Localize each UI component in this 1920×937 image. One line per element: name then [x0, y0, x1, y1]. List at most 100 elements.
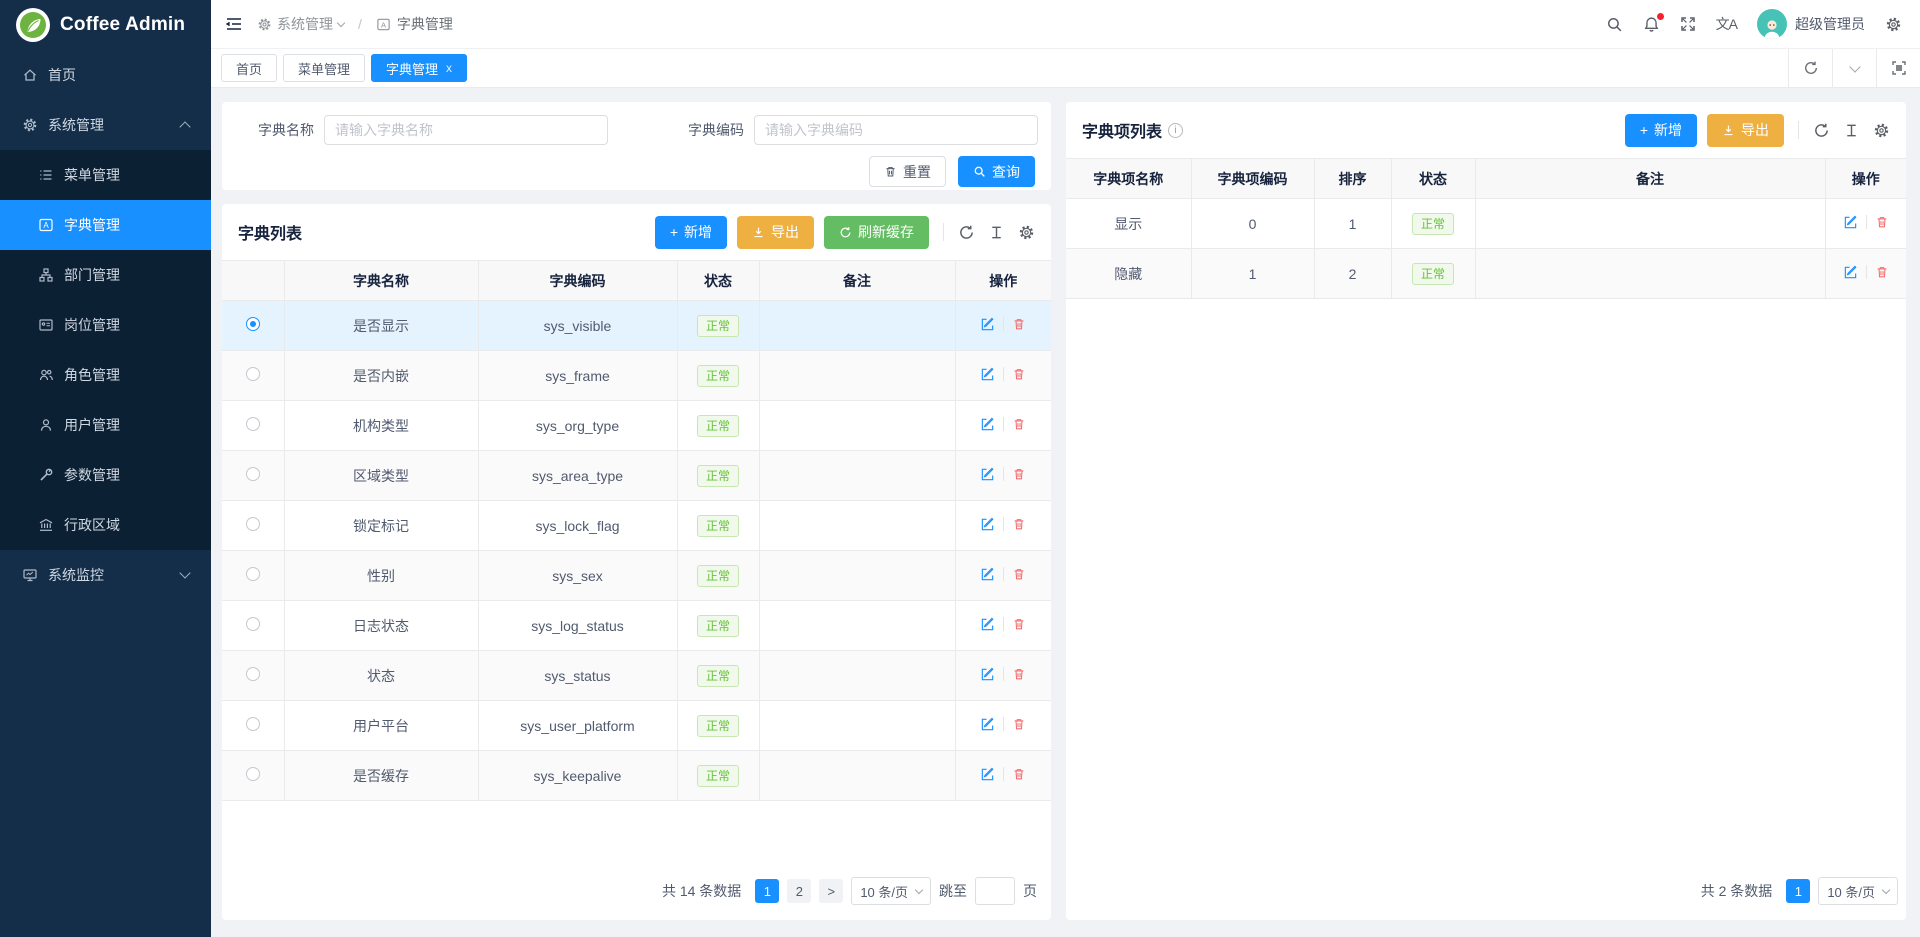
- jump-page-input[interactable]: [975, 877, 1015, 905]
- table-settings-gear-icon[interactable]: [1018, 224, 1035, 241]
- radio[interactable]: [246, 667, 260, 681]
- delete-icon[interactable]: [1875, 265, 1889, 279]
- refresh-cache-button[interactable]: 刷新缓存: [824, 216, 929, 249]
- fullscreen-icon[interactable]: [1680, 16, 1696, 32]
- sidebar-collapse-icon[interactable]: [225, 16, 243, 32]
- sidebar-item-dept-mgmt[interactable]: 部门管理: [0, 250, 211, 300]
- tab-menu-mgmt[interactable]: 菜单管理: [283, 54, 365, 82]
- delete-icon[interactable]: [1012, 617, 1026, 631]
- export-item-button[interactable]: 导出: [1707, 114, 1784, 147]
- sidebar-item-param-mgmt[interactable]: 参数管理: [0, 450, 211, 500]
- table-row[interactable]: 显示 0 1 正常: [1066, 199, 1906, 249]
- edit-icon[interactable]: [980, 517, 995, 532]
- delete-icon[interactable]: [1012, 367, 1026, 381]
- translate-icon[interactable]: 文A: [1716, 14, 1737, 34]
- table-row[interactable]: 用户平台 sys_user_platform 正常: [222, 701, 1051, 751]
- edit-icon[interactable]: [980, 467, 995, 482]
- edit-icon[interactable]: [980, 617, 995, 632]
- sidebar-submenu-system: 菜单管理 A 字典管理 部门管理 岗位管理 角色管理: [0, 150, 211, 550]
- edit-icon[interactable]: [980, 767, 995, 782]
- sidebar-item-label: 部门管理: [64, 265, 120, 285]
- user-menu[interactable]: 超级管理员: [1757, 9, 1865, 39]
- tab-close-icon[interactable]: x: [446, 62, 452, 74]
- query-button[interactable]: 查询: [958, 156, 1035, 187]
- reset-button[interactable]: 重置: [869, 156, 946, 187]
- radio[interactable]: [246, 517, 260, 531]
- tab-home[interactable]: 首页: [221, 54, 277, 82]
- delete-icon[interactable]: [1012, 317, 1026, 331]
- add-item-button[interactable]: +新增: [1625, 114, 1697, 147]
- edit-icon[interactable]: [980, 717, 995, 732]
- page-1-button[interactable]: 1: [755, 879, 779, 903]
- table-row[interactable]: 区域类型 sys_area_type 正常: [222, 451, 1051, 501]
- sidebar-item-post-mgmt[interactable]: 岗位管理: [0, 300, 211, 350]
- edit-icon[interactable]: [1843, 215, 1858, 230]
- delete-icon[interactable]: [1012, 667, 1026, 681]
- settings-gear-icon[interactable]: [1885, 16, 1902, 33]
- table-row[interactable]: 锁定标记 sys_lock_flag 正常: [222, 501, 1051, 551]
- table-row[interactable]: 机构类型 sys_org_type 正常: [222, 401, 1051, 451]
- tab-options-chevron-icon[interactable]: [1832, 49, 1876, 87]
- sidebar-item-role-mgmt[interactable]: 角色管理: [0, 350, 211, 400]
- page-size-select[interactable]: 10 条/页: [851, 877, 931, 905]
- edit-icon[interactable]: [980, 567, 995, 582]
- row-height-icon[interactable]: [989, 225, 1004, 240]
- table-row[interactable]: 是否内嵌 sys_frame 正常: [222, 351, 1051, 401]
- edit-icon[interactable]: [1843, 265, 1858, 280]
- radio[interactable]: [246, 567, 260, 581]
- radio[interactable]: [246, 317, 260, 331]
- add-button[interactable]: +新增: [655, 216, 727, 249]
- sidebar-item-admin-region[interactable]: 行政区域: [0, 500, 211, 550]
- dict-name-input[interactable]: [324, 115, 608, 145]
- refresh-table-icon[interactable]: [1813, 122, 1830, 139]
- radio[interactable]: [246, 717, 260, 731]
- sidebar-item-menu-mgmt[interactable]: 菜单管理: [0, 150, 211, 200]
- sidebar-item-monitor[interactable]: 系统监控: [0, 550, 211, 600]
- delete-icon[interactable]: [1012, 567, 1026, 581]
- page-size-select[interactable]: 10 条/页: [1818, 877, 1898, 905]
- cell-item-remark: [1475, 199, 1825, 249]
- table-settings-gear-icon[interactable]: [1873, 122, 1890, 139]
- delete-icon[interactable]: [1012, 717, 1026, 731]
- sidebar-item-system[interactable]: 系统管理: [0, 100, 211, 150]
- table-row[interactable]: 是否缓存 sys_keepalive 正常: [222, 751, 1051, 801]
- delete-icon[interactable]: [1012, 467, 1026, 481]
- dict-code-input[interactable]: [754, 115, 1038, 145]
- refresh-table-icon[interactable]: [958, 224, 975, 241]
- tab-dict-mgmt[interactable]: 字典管理 x: [371, 54, 467, 82]
- search-icon[interactable]: [1606, 16, 1623, 33]
- refresh-tab-icon[interactable]: [1788, 49, 1832, 87]
- table-row[interactable]: 状态 sys_status 正常: [222, 651, 1051, 701]
- edit-icon[interactable]: [980, 367, 995, 382]
- export-button[interactable]: 导出: [737, 216, 814, 249]
- org-chart-icon: [38, 267, 54, 283]
- page-1-button[interactable]: 1: [1786, 879, 1810, 903]
- radio[interactable]: [246, 617, 260, 631]
- table-row[interactable]: 隐藏 1 2 正常: [1066, 249, 1906, 299]
- table-row[interactable]: 性别 sys_sex 正常: [222, 551, 1051, 601]
- table-row[interactable]: 是否显示 sys_visible 正常: [222, 301, 1051, 351]
- delete-icon[interactable]: [1875, 215, 1889, 229]
- delete-icon[interactable]: [1012, 417, 1026, 431]
- radio[interactable]: [246, 467, 260, 481]
- next-page-button[interactable]: >: [819, 879, 843, 903]
- radio[interactable]: [246, 767, 260, 781]
- maximize-view-icon[interactable]: [1876, 49, 1920, 87]
- sidebar-item-user-mgmt[interactable]: 用户管理: [0, 400, 211, 450]
- row-height-icon[interactable]: [1844, 123, 1859, 138]
- edit-icon[interactable]: [980, 417, 995, 432]
- edit-icon[interactable]: [980, 317, 995, 332]
- notification-bell-icon[interactable]: [1643, 16, 1660, 33]
- radio[interactable]: [246, 417, 260, 431]
- sidebar-item-dict-mgmt[interactable]: A 字典管理: [0, 200, 211, 250]
- table-row[interactable]: 日志状态 sys_log_status 正常: [222, 601, 1051, 651]
- cell-dict-code: sys_visible: [478, 301, 677, 351]
- page-2-button[interactable]: 2: [787, 879, 811, 903]
- delete-icon[interactable]: [1012, 767, 1026, 781]
- search-icon: [973, 165, 986, 178]
- radio[interactable]: [246, 367, 260, 381]
- sidebar-item-home[interactable]: 首页: [0, 50, 211, 100]
- breadcrumb-parent[interactable]: 系统管理: [257, 14, 344, 34]
- edit-icon[interactable]: [980, 667, 995, 682]
- delete-icon[interactable]: [1012, 517, 1026, 531]
